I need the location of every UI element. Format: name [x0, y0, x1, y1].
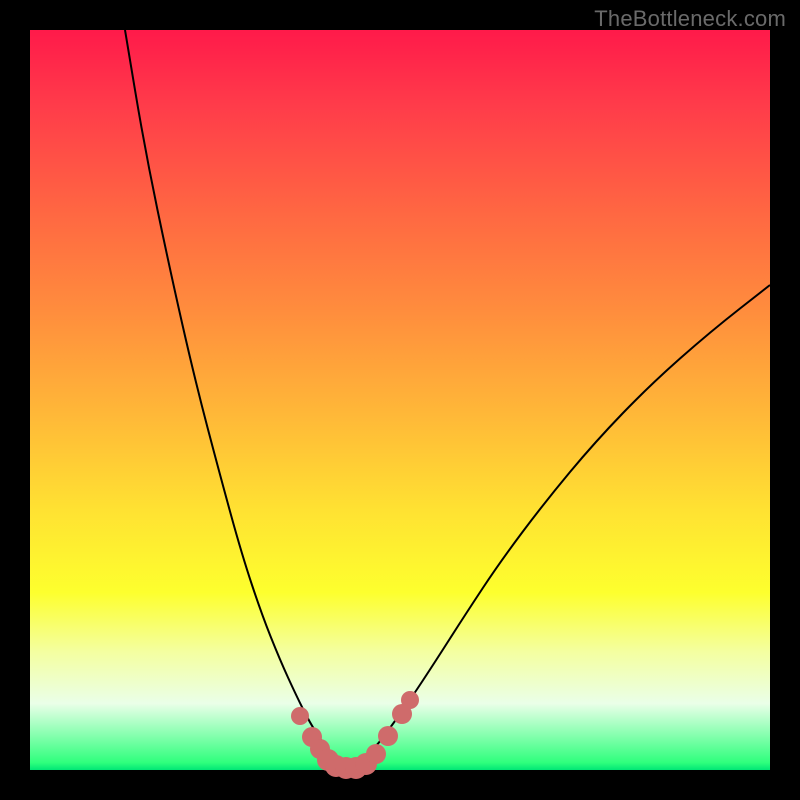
curve-left [125, 30, 340, 765]
outer-frame: TheBottleneck.com [0, 0, 800, 800]
watermark-text: TheBottleneck.com [594, 6, 786, 32]
trough-marker [291, 707, 309, 725]
plot-area [30, 30, 770, 770]
chart-svg [30, 30, 770, 770]
trough-marker [366, 744, 386, 764]
trough-marker [378, 726, 398, 746]
trough-markers [291, 691, 419, 779]
curve-left-path [125, 30, 340, 765]
trough-marker [401, 691, 419, 709]
